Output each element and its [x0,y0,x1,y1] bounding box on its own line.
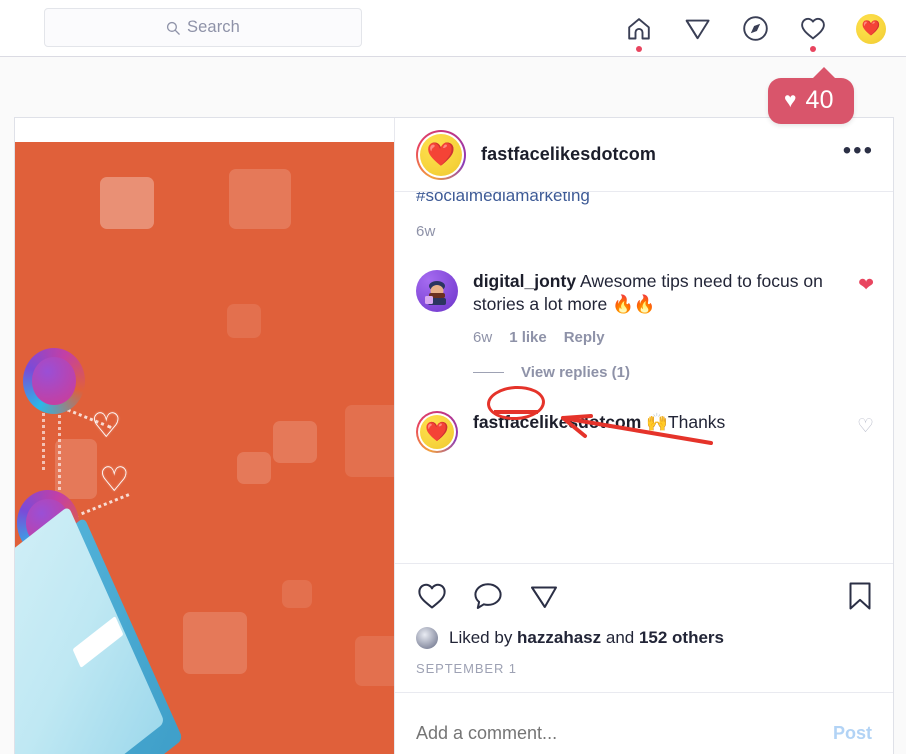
comment-reply-button[interactable]: Reply [564,329,605,346]
post-date: SEPTEMBER 1 [416,661,517,676]
avatar-ring-inner: ❤️ [418,131,464,178]
view-replies-row[interactable]: View replies (1) [416,364,874,381]
comment-message: 🙌Thanks [641,412,726,433]
deco-square [100,177,154,229]
nav-icon-group: ❤️ [622,0,888,57]
comment-icon[interactable] [472,581,504,611]
add-comment-input[interactable] [416,723,833,744]
activity-notification-dot [810,45,816,52]
post-header: ❤️ fastfacelikesdotcom ••• [395,118,893,192]
share-icon[interactable] [528,581,560,611]
deco-square [229,169,291,229]
search-input[interactable]: Search [44,8,362,47]
deco-heart-outline: ♡ [99,461,130,499]
search-icon [166,21,180,35]
comment-meta-row: 6w 1 like Reply [473,329,843,346]
comment-body: fastfacelikesdotcom 🙌Thanks [473,411,842,453]
avatar-glyph: ❤️ [425,421,449,443]
post-image[interactable]: ♡ ♡ ♡ [15,142,394,754]
top-navigation-bar: Search ❤️ [0,0,906,57]
comment-like-icon[interactable]: ♡ [857,411,874,453]
explore-compass-icon [742,16,768,41]
bookmark-icon[interactable] [846,580,874,612]
badge-body: ♥ 40 [768,67,854,124]
post-action-bar [395,563,893,612]
avatar-face-illustration [425,281,446,305]
liked-by-row[interactable]: Liked by hazzahasz and 152 others [395,612,893,649]
deco-square [183,612,247,674]
activity-heart-icon-button[interactable] [796,9,830,52]
home-notification-dot [636,45,642,52]
like-icon[interactable] [416,581,448,611]
comment-text-line: digital_jonty Awesome tips need to focus… [473,270,843,316]
comment-item: ❤️ fastfacelikesdotcom 🙌Thanks ♡ [416,411,874,454]
comment-like-icon[interactable]: ❤ [858,270,874,346]
profile-avatar-button[interactable]: ❤️ [854,9,888,49]
comment-author-avatar[interactable]: ❤️ [416,411,458,454]
deco-avatar-bubble [23,348,85,414]
action-icons-left [416,581,560,611]
deco-square [227,304,261,338]
post-card: ♡ ♡ ♡ ❤️ fastfacelikesdotcom ••• [14,117,894,754]
explore-compass-icon-button[interactable] [738,9,772,49]
comments-list[interactable]: #socialmediamarketing 6w digital_jonty A… [395,192,893,563]
home-icon-button[interactable] [622,9,656,52]
comment-timestamp[interactable]: 6w [473,329,492,346]
action-icons-right [846,580,874,612]
deco-square [282,580,312,608]
post-author-avatar[interactable]: ❤️ [416,129,466,180]
deco-square [55,439,97,499]
likes-notification-badge[interactable]: ♥ 40 [768,67,854,124]
liked-by-username[interactable]: hazzahasz [517,628,601,647]
deco-square [345,405,394,477]
badge-count: 40 [805,86,834,114]
avatar-face: ❤️ [420,133,462,176]
post-author-username[interactable]: fastfacelikesdotcom [481,144,828,165]
direct-message-icon-button[interactable] [680,9,714,49]
post-detail-panel: ❤️ fastfacelikesdotcom ••• #socialmediam… [394,118,893,754]
profile-avatar: ❤️ [856,13,886,44]
direct-message-icon [685,19,710,40]
caption-hashtag[interactable]: #socialmediamarketing [416,192,874,206]
liked-by-prefix: Liked by [449,628,518,647]
profile-avatar-glyph: ❤️ [861,20,881,37]
comment-like-count[interactable]: 1 like [509,329,547,346]
avatar-face: ❤️ [420,415,454,450]
comment-author-avatar[interactable] [416,270,458,312]
avatar-glyph: ❤️ [426,141,456,167]
view-replies-label[interactable]: View replies (1) [521,364,630,381]
instagram-post-detail-screen: Search ❤️ ♥ 40 ♡ ♡ ❤️ fastfacelikesdotco… [0,0,906,754]
deco-heart-outline: ♡ [91,407,122,445]
comment-body: digital_jonty Awesome tips need to focus… [473,270,843,346]
comment-text-line: fastfacelikesdotcom 🙌Thanks [473,411,842,434]
avatar-ring-inner: ❤️ [418,413,456,452]
post-comment-button[interactable]: Post [833,723,872,744]
comment-username[interactable]: fastfacelikesdotcom [473,412,641,432]
deco-square [355,636,394,686]
liked-by-middle: and [601,628,639,647]
badge-heart-icon: ♥ [784,89,797,112]
deco-square [273,421,317,463]
replies-divider-line [473,372,504,374]
search-placeholder: Search [187,18,240,36]
liked-by-text: Liked by hazzahasz and 152 others [449,628,724,648]
badge-pointer-arrow [811,67,837,80]
deco-square [237,452,271,484]
activity-heart-icon [801,17,825,40]
add-comment-row: Post [395,692,893,754]
caption-timestamp: 6w [416,223,436,240]
liked-by-others[interactable]: 152 others [639,628,724,647]
liked-by-avatar [416,627,438,649]
comment-username[interactable]: digital_jonty [473,271,576,291]
post-options-button[interactable]: ••• [843,138,874,165]
comment-item: digital_jonty Awesome tips need to focus… [416,270,874,346]
home-icon [628,17,650,39]
